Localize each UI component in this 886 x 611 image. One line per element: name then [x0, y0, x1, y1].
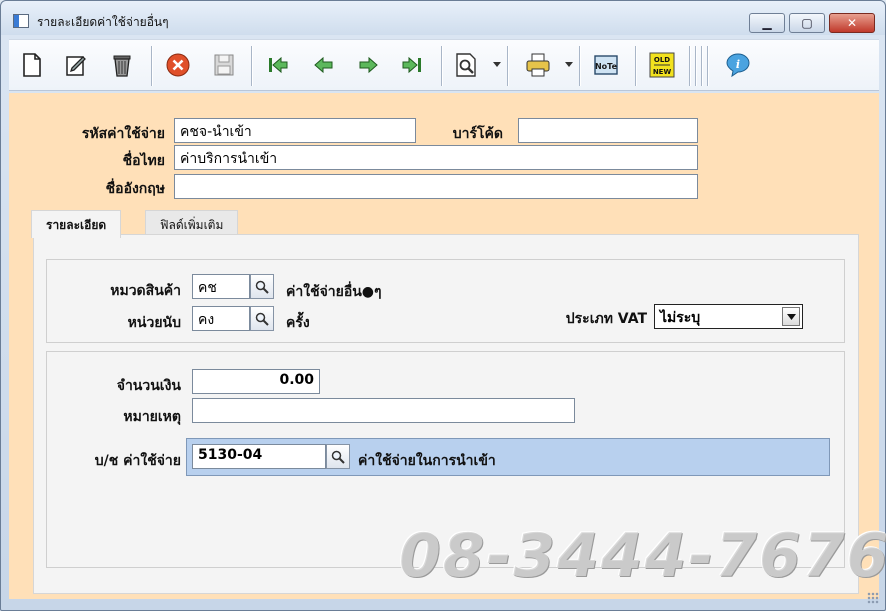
expense-account-label: บ/ช ค่าใช้จ่าย: [94, 453, 181, 469]
window-app-icon: [13, 14, 29, 28]
last-icon: [402, 56, 421, 74]
unit-input[interactable]: คง: [192, 306, 250, 331]
toolbar-separator: [701, 46, 703, 86]
remark-input[interactable]: [192, 398, 575, 423]
toolbar-separator: [689, 46, 691, 86]
previous-record-button[interactable]: [307, 48, 341, 82]
category-description: ค่าใช้จ่ายอื่น●ๆ: [286, 284, 382, 300]
barcode-input[interactable]: [518, 118, 698, 143]
unit-label: หน่วยนับ: [127, 315, 181, 331]
close-button[interactable]: ✕: [829, 13, 875, 33]
resize-grip-icon[interactable]: [867, 592, 879, 604]
expense-code-input[interactable]: คชจ-นำเข้า: [174, 118, 416, 143]
magnifier-icon: [331, 450, 345, 464]
expense-account-input[interactable]: 5130-04: [192, 444, 326, 469]
tab-extra-fields[interactable]: ฟิลด์เพิ่มเติม: [145, 210, 239, 236]
cancel-icon: [166, 53, 190, 77]
toolbar-separator: [507, 46, 509, 86]
vat-type-value: ไม่ระบุ: [660, 310, 701, 326]
amount-input[interactable]: 0.00: [192, 369, 320, 394]
printer-icon: [526, 53, 550, 77]
category-label: หมวดสินค้า: [110, 283, 181, 299]
print-button[interactable]: [521, 48, 555, 82]
barcode-label: บาร์โค้ด: [452, 126, 503, 142]
edit-icon: [66, 56, 86, 76]
previous-icon: [314, 56, 333, 74]
next-record-button[interactable]: [351, 48, 385, 82]
svg-text:i: i: [736, 58, 740, 71]
application-window: รายละเอียดค่าใช้จ่ายอื่นๆ ▁ ▢ ✕ NoTe OLD…: [0, 0, 886, 611]
cancel-button[interactable]: [161, 48, 195, 82]
amount-label: จำนวนเงิน: [116, 378, 181, 394]
new-button[interactable]: [15, 48, 49, 82]
maximize-button[interactable]: ▢: [789, 13, 825, 33]
edit-button[interactable]: [59, 48, 93, 82]
note-button[interactable]: NoTe: [589, 48, 623, 82]
minimize-button[interactable]: ▁: [749, 13, 785, 33]
english-name-input[interactable]: [174, 174, 698, 199]
old-new-icon: OLD NEW: [649, 52, 675, 78]
toolbar-separator: [251, 46, 253, 86]
toolbar-separator: [695, 46, 697, 86]
vat-type-select[interactable]: ไม่ระบุ: [654, 304, 803, 329]
next-icon: [359, 56, 378, 74]
note-icon: NoTe: [594, 55, 618, 75]
magnifier-icon: [255, 312, 269, 326]
thai-name-input[interactable]: ค่าบริการนำเข้า: [174, 145, 698, 170]
first-record-button[interactable]: [261, 48, 295, 82]
note-label: NoTe: [595, 62, 618, 71]
chevron-down-icon[interactable]: [782, 307, 800, 326]
tab-detail[interactable]: รายละเอียด: [31, 210, 122, 238]
print-dropdown-arrow[interactable]: [565, 62, 573, 67]
remark-label: หมายเหตุ: [123, 409, 181, 425]
category-lookup-button[interactable]: [250, 274, 274, 299]
info-icon: i: [726, 53, 750, 78]
save-button[interactable]: [207, 48, 241, 82]
title-bar[interactable]: รายละเอียดค่าใช้จ่ายอื่นๆ ▁ ▢ ✕: [1, 1, 885, 35]
window-title: รายละเอียดค่าใช้จ่ายอื่นๆ: [37, 15, 169, 29]
unit-lookup-button[interactable]: [250, 306, 274, 331]
phone-watermark: 08-3444-7676: [399, 521, 886, 591]
vat-type-label: ประเภท VAT: [565, 311, 647, 327]
toolbar-separator: [635, 46, 637, 86]
english-name-label: ชื่ออังกฤษ: [105, 181, 165, 197]
magnifier-icon: [255, 280, 269, 294]
toolbar-separator: [707, 46, 709, 86]
new-icon: [23, 53, 41, 77]
find-button[interactable]: [449, 48, 483, 82]
toolbar-separator: [579, 46, 581, 86]
toolbar-separator: [151, 46, 153, 86]
delete-button[interactable]: [105, 48, 139, 82]
save-icon: [214, 54, 234, 76]
trash-icon: [113, 55, 131, 77]
expense-code-label: รหัสค่าใช้จ่าย: [81, 126, 165, 142]
first-icon: [269, 56, 288, 74]
toolbar-separator: [441, 46, 443, 86]
category-input[interactable]: คช: [192, 274, 250, 299]
old-label: OLD: [654, 56, 670, 64]
toolbar: NoTe OLD NEW i: [9, 39, 879, 91]
find-dropdown-arrow[interactable]: [493, 62, 501, 67]
new-label: NEW: [653, 68, 672, 76]
expense-account-lookup-button[interactable]: [326, 444, 350, 469]
last-record-button[interactable]: [395, 48, 429, 82]
info-button[interactable]: i: [721, 48, 755, 82]
unit-description: ครั้ง: [286, 315, 310, 331]
expense-account-description: ค่าใช้จ่ายในการนำเข้า: [358, 453, 496, 469]
old-new-button[interactable]: OLD NEW: [645, 48, 679, 82]
thai-name-label: ชื่อไทย: [122, 153, 165, 169]
find-icon: [456, 53, 476, 77]
